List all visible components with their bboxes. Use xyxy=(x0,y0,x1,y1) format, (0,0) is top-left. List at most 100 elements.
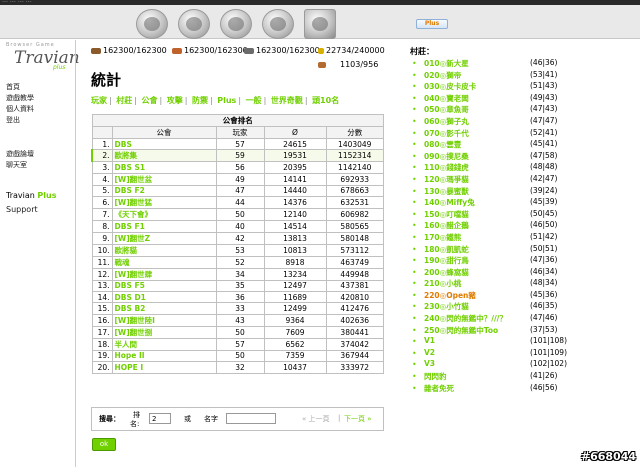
tab-plus[interactable]: Plus xyxy=(217,96,236,105)
village-item[interactable]: • 雜者免死 (46|56) xyxy=(410,383,632,395)
alliance-name-link[interactable]: [W]翻世Z xyxy=(115,234,151,243)
alliance-name-link[interactable]: DBS B2 xyxy=(115,304,146,313)
menu-item-home[interactable]: 首頁 xyxy=(6,82,34,93)
village-item[interactable]: • 190◎甜行鳥 (47|36) xyxy=(410,255,632,267)
reports-icon[interactable] xyxy=(304,9,336,39)
tab-attack[interactable]: 攻擊 xyxy=(167,96,183,105)
alliance-name-link[interactable]: 歐將貓 xyxy=(115,246,138,255)
village-item[interactable]: • 140◎Miffy兔 (45|39) xyxy=(410,197,632,209)
tab-top10[interactable]: 頭10名 xyxy=(312,96,339,105)
alliance-name-link[interactable]: 歐將集 xyxy=(115,151,138,160)
village-item[interactable]: • V3 (102|102) xyxy=(410,359,632,371)
village-item[interactable]: • 220◎Open豬 (45|36) xyxy=(410,290,632,302)
alliance-name-link[interactable]: DBS F5 xyxy=(115,281,145,290)
travian-logo[interactable]: Browser Game Travian plus xyxy=(4,42,80,72)
alliance-name-link[interactable]: 《天下會》 xyxy=(115,210,153,219)
village-item[interactable]: • 090◎撲尼桑 (47|58) xyxy=(410,151,632,163)
menu-item-chat[interactable]: 聊天室 xyxy=(6,160,34,171)
village-item[interactable]: • 120◎瑪爭貓 (42|47) xyxy=(410,174,632,186)
next-page-link[interactable]: 下一頁 » xyxy=(344,414,372,424)
alliance-name-link[interactable]: DBS D1 xyxy=(115,293,146,302)
village-name[interactable]: V3 xyxy=(424,359,435,368)
alliance-name-link[interactable]: [W]翻世陸I xyxy=(115,316,155,325)
alliance-name-link[interactable]: [W]翻世捌 xyxy=(115,328,153,337)
village-item[interactable]: • 200◎蜂窩貓 (46|34) xyxy=(410,267,632,279)
village-name[interactable]: 070◎影千代 xyxy=(424,128,469,139)
village-name[interactable]: 030◎皮卡皮卡 xyxy=(424,81,476,92)
name-input[interactable] xyxy=(226,413,276,424)
village-name[interactable]: 200◎蜂窩貓 xyxy=(424,267,469,278)
menu-item-support[interactable]: Support xyxy=(6,203,38,216)
tab-alliances[interactable]: 公會 xyxy=(142,96,158,105)
village-item[interactable]: • 020◎獅帝 (53|41) xyxy=(410,70,632,82)
village-item[interactable]: • 170◎鐵熊 (51|42) xyxy=(410,232,632,244)
alliance-name-link[interactable]: DBS F1 xyxy=(115,222,145,231)
alliance-name-link[interactable]: HOPE I xyxy=(115,363,144,372)
village-name[interactable]: 170◎鐵熊 xyxy=(424,232,461,243)
village-item[interactable]: • 250◎閃的無鑑中Too (37|53) xyxy=(410,325,632,337)
village-name[interactable]: 180◎凱凱蛇 xyxy=(424,244,469,255)
tab-defense[interactable]: 防禦 xyxy=(192,96,208,105)
village-name[interactable]: 250◎閃的無鑑中Too xyxy=(424,325,498,336)
village-name[interactable]: 190◎甜行鳥 xyxy=(424,255,469,266)
alliance-name-link[interactable]: DBS S1 xyxy=(115,163,146,172)
menu-item-logout[interactable]: 登出 xyxy=(6,115,34,126)
village-item[interactable]: • 210◎小桃 (48|34) xyxy=(410,278,632,290)
menu-item-tutorial[interactable]: 遊戲教學 xyxy=(6,93,34,104)
village-item[interactable]: • 080◎雲豐 (45|41) xyxy=(410,139,632,151)
village-name[interactable]: 240◎閃的無鑑中？///？ xyxy=(424,313,507,324)
village-name[interactable]: 160◎醋企鵝 xyxy=(424,220,469,231)
village-name[interactable]: 220◎Open豬 xyxy=(424,290,476,301)
village-item[interactable]: • 040◎寶老闆 (49|43) xyxy=(410,93,632,105)
tab-villages[interactable]: 村莊 xyxy=(116,96,132,105)
village-item[interactable]: • 閃閃豹 (41|26) xyxy=(410,371,632,383)
menu-item-forum[interactable]: 遊戲論壇 xyxy=(6,149,34,160)
village-name[interactable]: 040◎寶老闆 xyxy=(424,93,469,104)
travian-plus-link[interactable]: Travian Plus xyxy=(6,191,56,200)
village-name[interactable]: 閃閃豹 xyxy=(424,371,447,382)
village-item[interactable]: • 160◎醋企鵝 (46|50) xyxy=(410,220,632,232)
village-name[interactable]: 010◎新大星 xyxy=(424,58,469,69)
alliance-name-link[interactable]: 半人間 xyxy=(115,340,138,349)
village-name[interactable]: 120◎瑪爭貓 xyxy=(424,174,469,185)
village-name[interactable]: 130◎暴蜜獸 xyxy=(424,186,469,197)
tab-wonders[interactable]: 世界奇觀 xyxy=(271,96,303,105)
village-name[interactable]: 020◎獅帝 xyxy=(424,70,461,81)
alliance-name-link[interactable]: [W]翻世肆 xyxy=(115,270,153,279)
village-item[interactable]: • 030◎皮卡皮卡 (51|43) xyxy=(410,81,632,93)
village-name[interactable]: 140◎Miffy兔 xyxy=(424,197,475,208)
alliance-name-link[interactable]: DBS xyxy=(115,140,132,149)
village-name[interactable]: 110◎錢錢虎 xyxy=(424,162,469,173)
plus-button[interactable]: Plus xyxy=(416,19,448,29)
prev-page-link[interactable]: « 上一頁 xyxy=(302,414,330,424)
menu-item-profile[interactable]: 個人資料 xyxy=(6,104,34,115)
tab-general[interactable]: 一般 xyxy=(246,96,262,105)
village-item[interactable]: • 070◎影千代 (52|41) xyxy=(410,128,632,140)
village-item[interactable]: • 130◎暴蜜獸 (39|24) xyxy=(410,186,632,198)
village-name[interactable]: V2 xyxy=(424,348,435,357)
village-item[interactable]: • 010◎新大星 (46|36) xyxy=(410,58,632,70)
village-item[interactable]: • 110◎錢錢虎 (48|48) xyxy=(410,162,632,174)
village-name[interactable]: 230◎小竹貓 xyxy=(424,301,469,312)
tab-players[interactable]: 玩家 xyxy=(91,96,107,105)
village-name[interactable]: 060◎獅子丸 xyxy=(424,116,469,127)
village-item[interactable]: • V2 (101|109) xyxy=(410,348,632,360)
alliance-name-link[interactable]: Hope II xyxy=(115,351,145,360)
village-item[interactable]: • 230◎小竹貓 (46|35) xyxy=(410,301,632,313)
village-overview-icon[interactable] xyxy=(136,9,168,39)
alliance-name-link[interactable]: [W]翻世猛 xyxy=(115,198,153,207)
alliance-name-link[interactable]: [W]翻世盆 xyxy=(115,175,153,184)
village-name[interactable]: 090◎撲尼桑 xyxy=(424,151,469,162)
ok-button[interactable]: ok xyxy=(92,438,116,451)
village-item[interactable]: • 150◎叮噹貓 (50|45) xyxy=(410,209,632,221)
village-name[interactable]: 080◎雲豐 xyxy=(424,139,461,150)
village-name[interactable]: V1 xyxy=(424,336,435,345)
village-name[interactable]: 150◎叮噹貓 xyxy=(424,209,469,220)
village-item[interactable]: • 060◎獅子丸 (47|47) xyxy=(410,116,632,128)
alliance-name-link[interactable]: 戰魂 xyxy=(115,258,130,267)
village-item[interactable]: • 180◎凱凱蛇 (50|51) xyxy=(410,244,632,256)
village-name[interactable]: 雜者免死 xyxy=(424,383,454,394)
alliance-name-link[interactable]: DBS F2 xyxy=(115,186,145,195)
village-item[interactable]: • 050◎章魚哥 (47|43) xyxy=(410,104,632,116)
village-center-icon[interactable] xyxy=(178,9,210,39)
